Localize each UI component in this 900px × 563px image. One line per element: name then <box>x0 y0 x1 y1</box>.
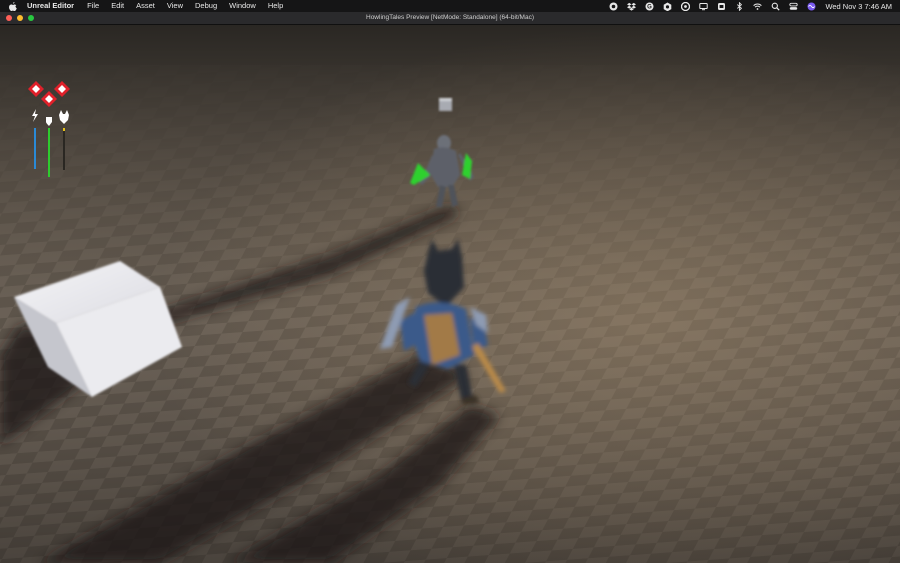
game-viewport[interactable] <box>0 25 900 563</box>
siri-icon[interactable] <box>807 2 816 11</box>
heart-icon <box>54 81 70 97</box>
wolf-icon <box>59 110 69 124</box>
stamina-bar <box>48 128 50 177</box>
shield-icon <box>46 117 52 126</box>
energy-bar <box>34 128 36 169</box>
menu-edit[interactable]: Edit <box>111 0 124 12</box>
heart-icon <box>28 81 44 97</box>
menu-unreal-editor[interactable]: Unreal Editor <box>27 0 74 12</box>
shield-status-icon[interactable] <box>717 2 726 11</box>
menu-view[interactable]: View <box>167 0 183 12</box>
window-title: HowlingTales Preview [NetMode: Standalon… <box>366 14 534 21</box>
search-icon[interactable] <box>771 2 781 11</box>
window-title-bar: HowlingTales Preview [NetMode: Standalon… <box>0 12 900 25</box>
bluetooth-icon[interactable] <box>735 1 744 11</box>
apple-icon[interactable] <box>9 1 19 11</box>
record-icon[interactable] <box>609 2 618 11</box>
menu-debug[interactable]: Debug <box>195 0 217 12</box>
wolf-bar-track <box>63 128 65 170</box>
control-center-icon[interactable] <box>789 2 799 11</box>
lightning-icon <box>32 109 38 122</box>
heart-icon <box>41 91 57 107</box>
grammarly-icon[interactable]: G <box>645 2 654 11</box>
dropbox-icon[interactable] <box>627 2 637 11</box>
small-cube <box>439 98 452 111</box>
game-scene <box>0 25 900 563</box>
menu-window[interactable]: Window <box>229 0 256 12</box>
player-hud <box>22 77 82 177</box>
svg-text:G: G <box>648 4 653 10</box>
creative-cloud-icon[interactable] <box>681 1 691 11</box>
wolf-bar <box>63 128 65 131</box>
menu-help[interactable]: Help <box>268 0 283 12</box>
menu-bar: Unreal Editor File Edit Asset View Debug… <box>0 0 900 12</box>
menubar-clock[interactable]: Wed Nov 3 7:46 AM <box>825 2 892 11</box>
menu-file[interactable]: File <box>87 0 99 12</box>
wifi-icon[interactable] <box>753 2 763 11</box>
unreal-icon[interactable] <box>663 2 672 11</box>
menu-asset[interactable]: Asset <box>136 0 155 12</box>
display-icon[interactable] <box>699 2 709 11</box>
